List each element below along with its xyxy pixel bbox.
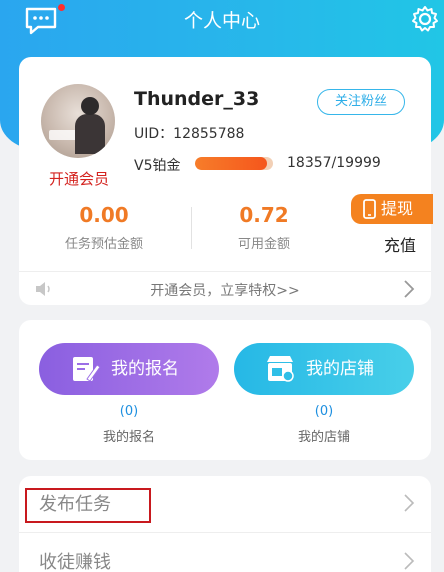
level-progress-text: 18357/19999 (287, 155, 381, 171)
my-shop-label: 我的店铺 (306, 359, 374, 379)
level-label: V5铂金 (134, 158, 181, 174)
estimated-amount-label: 任务预估金额 (64, 237, 143, 252)
my-registration-button[interactable]: 我的报名 (39, 343, 219, 395)
avatar-body (75, 114, 105, 154)
actions-card: 我的报名 (0) 我的报名 我的店铺 (0) 我的店铺 (19, 320, 431, 460)
open-vip-link[interactable]: 开通会员 (37, 168, 121, 189)
username: Thunder_33 (134, 88, 260, 110)
recharge-link[interactable]: 充值 (384, 232, 416, 256)
estimated-amount-value: 0.00 (79, 203, 129, 227)
menu-list-card: 发布任务 收徒赚钱 (19, 476, 431, 572)
publish-task-label: 发布任务 (39, 494, 111, 515)
profile-card: 开通会员 Thunder_33 关注粉丝 UID：12855788 V5铂金 1… (19, 57, 433, 305)
level-progress-bar (195, 157, 273, 170)
chevron-right-icon (404, 494, 415, 512)
shop-count: (0) (314, 404, 334, 419)
list-item-publish-task[interactable]: 发布任务 (19, 476, 431, 530)
chevron-right-icon (404, 552, 415, 570)
phone-icon (363, 199, 376, 219)
registration-sub-label: 我的报名 (102, 430, 155, 445)
recruit-earn-label: 收徒赚钱 (39, 552, 111, 572)
edit-note-icon (73, 357, 101, 382)
follow-fans-button[interactable]: 关注粉丝 (317, 89, 405, 115)
my-registration-label: 我的报名 (111, 359, 179, 379)
shop-sub-label: 我的店铺 (297, 430, 350, 445)
avatar[interactable] (41, 84, 115, 158)
top-bar: 个人中心 (0, 0, 444, 40)
level-progress-fill (195, 157, 267, 170)
list-item-recruit-earn[interactable]: 收徒赚钱 (19, 534, 431, 572)
my-shop-button[interactable]: 我的店铺 (234, 343, 414, 395)
available-amount-label: 可用金额 (237, 237, 290, 252)
chevron-right-icon (404, 280, 415, 298)
withdraw-button[interactable]: 提现 (351, 194, 433, 224)
shop-icon (267, 356, 294, 382)
vip-notice-text: 开通会员，立享特权>> (150, 283, 300, 299)
available-amount-value: 0.72 (239, 203, 289, 227)
page-title: 个人中心 (183, 10, 260, 32)
withdraw-label: 提现 (381, 199, 414, 218)
avatar-head (81, 97, 99, 115)
user-id: UID：12855788 (134, 126, 245, 142)
list-divider (19, 532, 431, 533)
registration-count: (0) (119, 404, 139, 419)
gear-icon[interactable] (410, 4, 440, 34)
stats-divider (191, 207, 192, 249)
vip-notice-bar[interactable]: 开通会员，立享特权>> (19, 271, 431, 305)
